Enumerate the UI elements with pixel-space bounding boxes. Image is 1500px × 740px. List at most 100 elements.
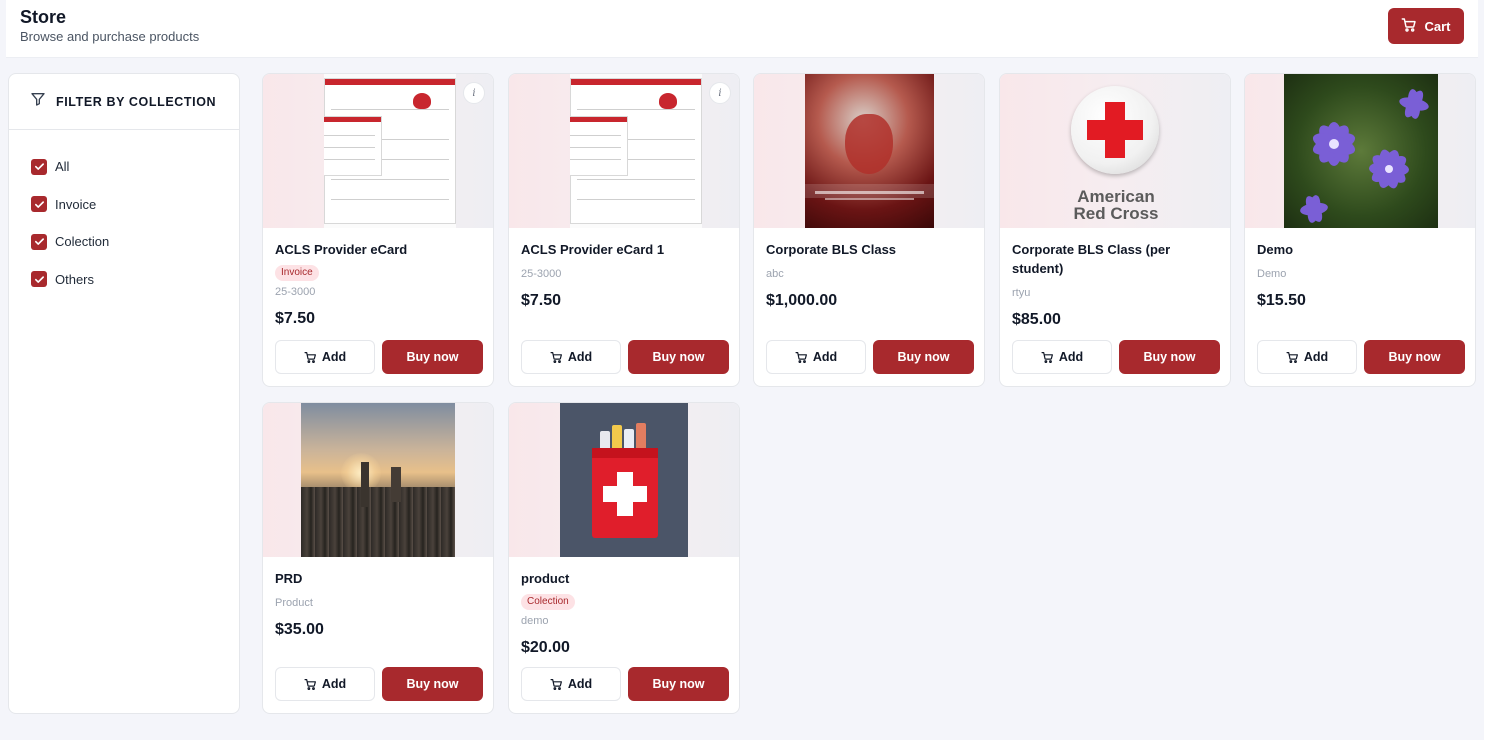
product-name: Corporate BLS Class (per student) [1012, 242, 1171, 276]
product-image[interactable] [509, 403, 739, 557]
filter-heading: FILTER BY COLLECTION [56, 94, 217, 109]
add-to-cart-button[interactable]: Add [275, 667, 375, 701]
filter-option-others[interactable]: Others [31, 261, 239, 299]
product-card[interactable]: i ACLS Provider eCard 1 25-3000 $7.50 Ad… [508, 73, 740, 387]
add-label: Add [1058, 350, 1084, 364]
product-sku: rtyu [1012, 287, 1031, 299]
filter-icon [30, 91, 46, 112]
filter-label: Colection [55, 234, 110, 250]
buy-now-button[interactable]: Buy now [628, 340, 729, 374]
cart-icon [550, 351, 562, 363]
red-cross-logo [1071, 86, 1159, 174]
add-label: Add [321, 350, 347, 364]
filter-checkbox[interactable] [31, 233, 47, 250]
filter-label: Invoice [55, 196, 97, 212]
buy-now-button[interactable]: Buy now [382, 340, 483, 374]
product-price: $15.50 [1257, 292, 1306, 309]
add-to-cart-button[interactable]: Add [766, 340, 866, 374]
product-name: Corporate BLS Class [766, 242, 897, 257]
product-image[interactable]: i [263, 74, 493, 228]
filter-option-invoice[interactable]: Invoice [31, 186, 239, 224]
buy-now-button[interactable]: Buy now [1119, 340, 1220, 374]
cart-icon [550, 678, 562, 690]
logo-text-line: Red Cross [1073, 204, 1159, 223]
cart-icon [1041, 351, 1053, 363]
product-name: product [521, 571, 570, 586]
check-icon [34, 163, 44, 171]
filter-checkbox[interactable] [31, 196, 47, 213]
product-image[interactable]: i [509, 74, 739, 228]
add-label: Add [812, 350, 838, 364]
red-cross-wordmark: American Red Cross [1000, 188, 1230, 222]
collection-badge: Invoice [275, 265, 319, 281]
buy-now-button[interactable]: Buy now [382, 667, 483, 701]
product-price: $1,000.00 [766, 292, 838, 309]
filter-checkbox[interactable] [31, 271, 47, 288]
buy-now-button[interactable]: Buy now [628, 667, 729, 701]
add-label: Add [567, 677, 593, 691]
filter-option-all[interactable]: All [31, 148, 239, 186]
cart-icon [795, 351, 807, 363]
product-sku: 25-3000 [275, 286, 316, 298]
add-to-cart-button[interactable]: Add [275, 340, 375, 374]
filter-sidebar: FILTER BY COLLECTION All Invoice Colecti… [8, 73, 240, 714]
page-title: Store [20, 7, 67, 27]
product-card[interactable]: American Red Cross Corporate BLS Class (… [999, 73, 1231, 387]
product-price: $85.00 [1012, 311, 1061, 328]
product-name: ACLS Provider eCard [275, 242, 408, 257]
product-card[interactable]: Corporate BLS Class abc $1,000.00 Add Bu… [753, 73, 985, 387]
product-name: ACLS Provider eCard 1 [521, 242, 665, 257]
bag-graphic [592, 448, 658, 538]
check-icon [34, 276, 44, 283]
product-sku: Product [275, 597, 313, 609]
product-card[interactable]: product Colection demo $20.00 Add Buy no… [508, 402, 740, 714]
product-sku: 25-3000 [521, 268, 562, 280]
product-price: $7.50 [521, 292, 562, 309]
scrollbar-track[interactable] [1484, 0, 1500, 740]
add-label: Add [567, 350, 593, 364]
buy-now-button[interactable]: Buy now [873, 340, 974, 374]
product-card[interactable]: Demo Demo $15.50 Add Buy now [1244, 73, 1476, 387]
product-image[interactable] [263, 403, 493, 557]
page-subtitle: Browse and purchase products [20, 29, 200, 44]
check-icon [34, 201, 44, 208]
filter-label: Others [55, 271, 95, 287]
add-to-cart-button[interactable]: Add [521, 667, 621, 701]
cart-button[interactable]: Cart [1388, 8, 1464, 44]
cart-icon [1401, 17, 1417, 36]
add-to-cart-button[interactable]: Add [1012, 340, 1112, 374]
flower-illustration [1300, 89, 1429, 223]
buy-now-button[interactable]: Buy now [1364, 340, 1465, 374]
product-price: $20.00 [521, 639, 570, 656]
filter-option-colection[interactable]: Colection [31, 223, 239, 261]
product-image[interactable] [1245, 74, 1475, 228]
product-card[interactable]: PRD Product $35.00 Add Buy now [262, 402, 494, 714]
product-sku: Demo [1257, 268, 1287, 280]
filter-label: All [55, 159, 70, 175]
product-sku: demo [521, 615, 549, 627]
product-card[interactable]: i ACLS Provider eCard Invoice 25-3000 $7… [262, 73, 494, 387]
info-icon[interactable]: i [709, 82, 731, 104]
cart-icon [1286, 351, 1298, 363]
cart-label: Cart [1424, 18, 1451, 34]
product-price: $35.00 [275, 621, 324, 638]
add-label: Add [321, 677, 347, 691]
product-image[interactable]: American Red Cross [1000, 74, 1230, 228]
info-icon[interactable]: i [463, 82, 485, 104]
check-icon [34, 238, 44, 246]
filter-checkbox[interactable] [31, 158, 47, 175]
cart-icon [304, 351, 316, 363]
add-label: Add [1303, 350, 1329, 364]
product-price: $7.50 [275, 310, 316, 327]
product-sku: abc [766, 268, 784, 280]
cart-icon [304, 678, 316, 690]
add-to-cart-button[interactable]: Add [1257, 340, 1357, 374]
page-header: Store Browse and purchase products Cart [6, 0, 1478, 58]
collection-badge: Colection [521, 594, 575, 610]
filter-header: FILTER BY COLLECTION [9, 74, 239, 130]
product-image[interactable] [754, 74, 984, 228]
product-name: Demo [1257, 242, 1294, 257]
logo-text-line: American [1077, 187, 1155, 206]
add-to-cart-button[interactable]: Add [521, 340, 621, 374]
product-name: PRD [275, 571, 303, 586]
